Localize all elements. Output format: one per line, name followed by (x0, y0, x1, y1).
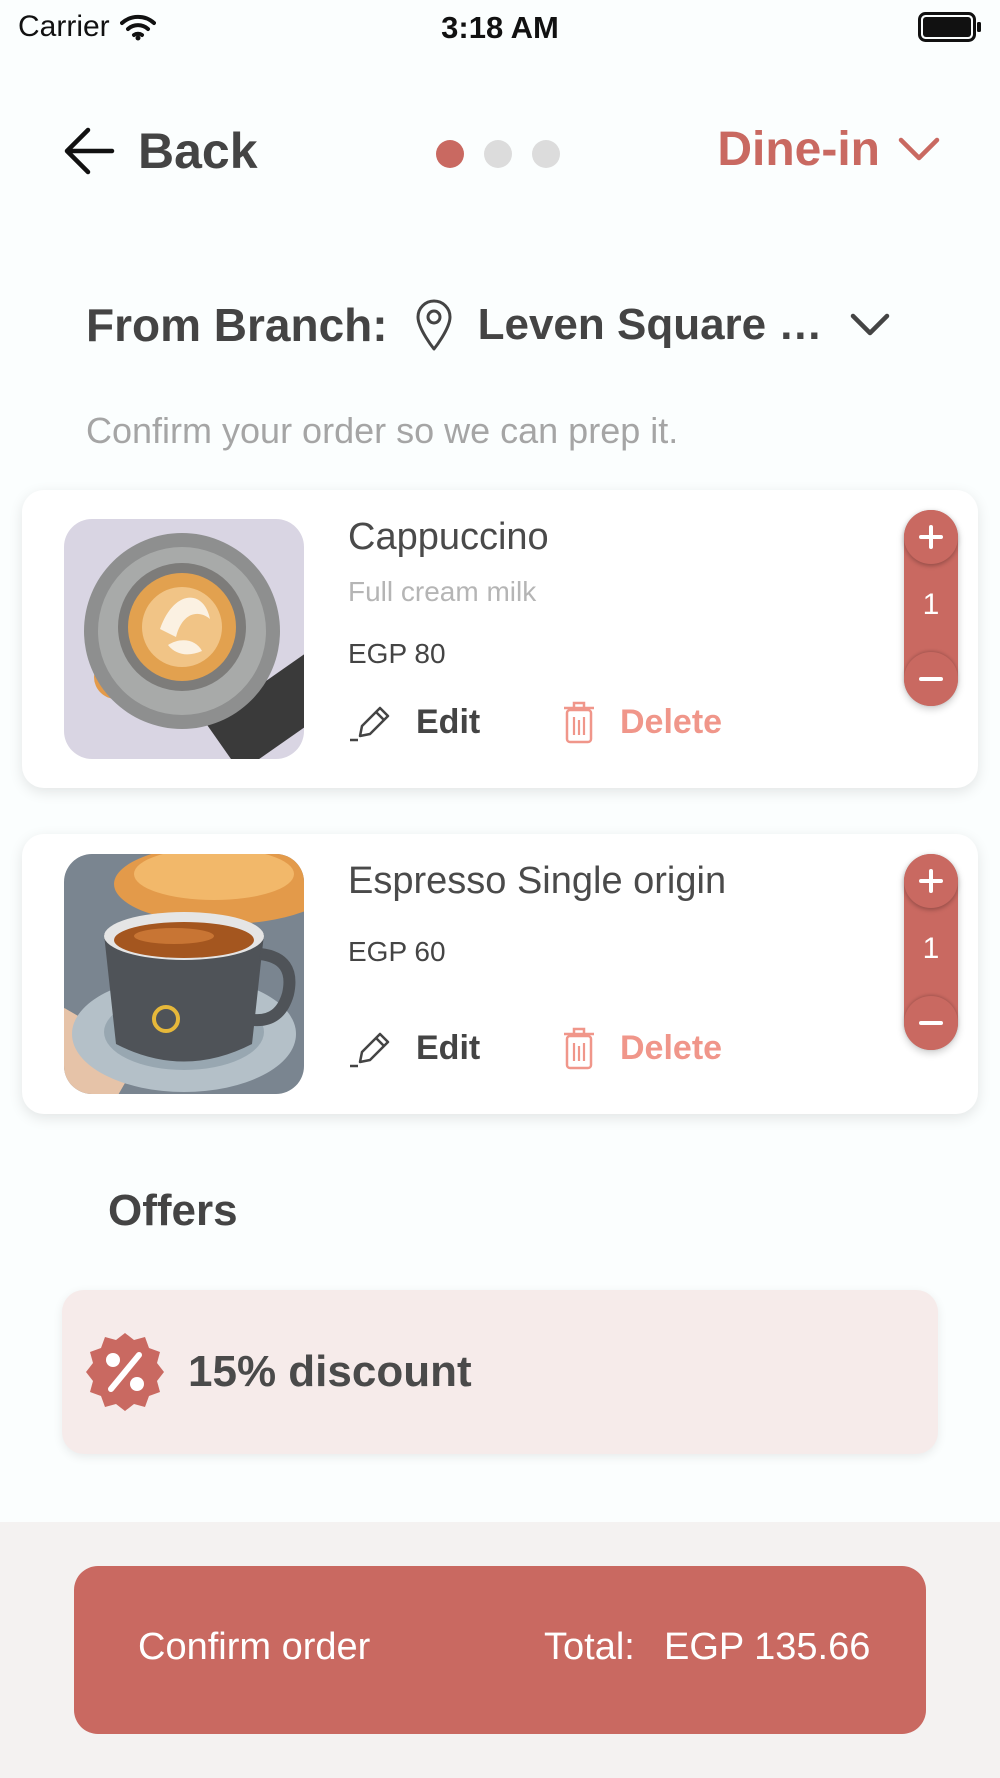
order-type-dropdown[interactable]: Dine-in (717, 122, 940, 177)
step-dot-active (436, 140, 464, 168)
trash-icon (564, 1027, 594, 1070)
quantity-stepper: 1 (904, 510, 958, 706)
increase-button[interactable] (904, 854, 958, 908)
back-arrow-icon (64, 127, 115, 175)
status-bar: Carrier 3:18 AM (0, 0, 1000, 56)
back-button[interactable]: Back (62, 122, 258, 180)
top-navigation: Back Dine-in (0, 110, 1000, 200)
pencil-icon (350, 1032, 390, 1068)
footer-bar: Confirm order Total: EGP 135.66 (0, 1522, 1000, 1778)
decrease-button[interactable] (904, 652, 958, 706)
branch-dropdown[interactable]: Leven Square … (414, 298, 891, 352)
back-label: Back (138, 123, 258, 179)
order-type-label: Dine-in (717, 123, 880, 176)
page-subtitle: Confirm your order so we can prep it. (86, 410, 679, 451)
status-time: 3:18 AM (441, 10, 559, 45)
pencil-icon (350, 706, 390, 742)
discount-badge-icon (86, 1333, 164, 1411)
item-price: EGP 80 (348, 638, 446, 669)
order-item-card: Cappuccino Full cream milk EGP 80 Edit D… (22, 490, 978, 788)
delete-button[interactable]: Delete (562, 1026, 722, 1070)
item-price: EGP 60 (348, 936, 446, 967)
total-label: Total: (544, 1626, 635, 1668)
plus-icon (919, 869, 943, 893)
branch-label: From Branch: (86, 299, 388, 351)
minus-icon (919, 1021, 943, 1025)
item-name: Cappuccino (348, 516, 549, 558)
total-value: EGP 135.66 (664, 1626, 871, 1668)
quantity-value: 1 (922, 932, 940, 965)
cappuccino-image (64, 519, 304, 759)
edit-label: Edit (416, 702, 481, 741)
trash-icon (564, 701, 594, 744)
step-dot (484, 140, 512, 168)
confirm-label: Confirm order (138, 1626, 371, 1668)
delete-button[interactable]: Delete (562, 700, 722, 744)
battery-icon (918, 12, 981, 42)
delete-label: Delete (620, 702, 723, 741)
espresso-image (64, 854, 304, 1094)
plus-icon (919, 525, 943, 549)
edit-button[interactable]: Edit (348, 1028, 480, 1068)
item-name: Espresso Single origin (348, 860, 727, 902)
offer-card[interactable]: 15% discount (62, 1290, 938, 1454)
branch-name: Leven Square … (477, 300, 823, 349)
branch-row: From Branch: Leven Square … (86, 290, 916, 360)
quantity-value: 1 (922, 588, 940, 621)
delete-label: Delete (620, 1028, 723, 1067)
chevron-down-icon (851, 313, 890, 336)
location-pin-icon (416, 299, 452, 351)
decrease-button[interactable] (904, 996, 958, 1050)
offers-title: Offers (108, 1186, 238, 1235)
edit-button[interactable]: Edit (348, 702, 480, 742)
item-description: Full cream milk (348, 576, 537, 607)
increase-button[interactable] (904, 510, 958, 564)
step-indicator (436, 140, 560, 168)
quantity-stepper: 1 (904, 854, 958, 1050)
step-dot (532, 140, 560, 168)
chevron-down-icon (898, 137, 940, 160)
edit-label: Edit (416, 1028, 481, 1067)
confirm-order-button[interactable]: Confirm order Total: EGP 135.66 (74, 1566, 926, 1734)
offer-label: 15% discount (188, 1347, 472, 1396)
order-item-card: Espresso Single origin EGP 60 Edit Delet… (22, 834, 978, 1114)
minus-icon (919, 677, 943, 681)
